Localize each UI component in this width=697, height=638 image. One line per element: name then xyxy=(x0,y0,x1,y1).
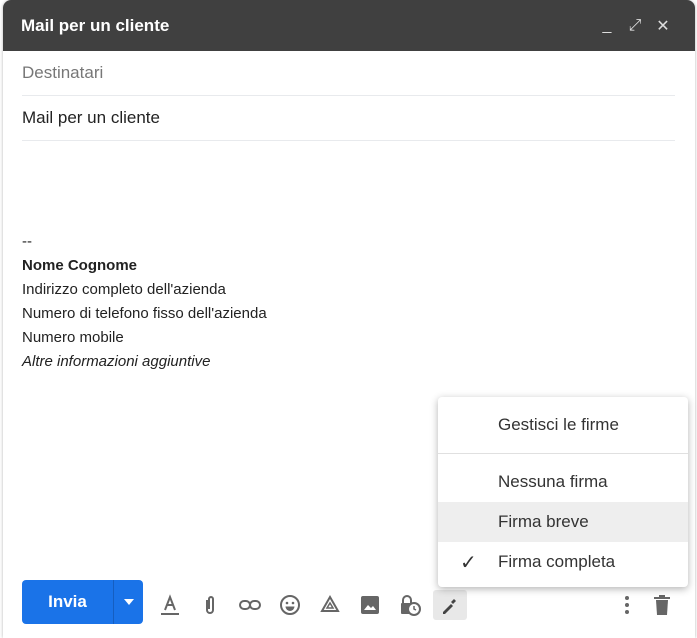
menu-item-no-signature[interactable]: Nessuna firma xyxy=(438,462,688,502)
expand-icon[interactable]: ⤢ xyxy=(621,17,649,35)
more-options-icon[interactable] xyxy=(610,590,644,620)
compose-title: Mail per un cliente xyxy=(21,15,170,35)
send-options-button[interactable] xyxy=(113,580,143,624)
emoji-icon[interactable] xyxy=(273,590,307,620)
confidential-mode-icon[interactable] xyxy=(393,590,427,620)
menu-divider xyxy=(438,453,688,454)
menu-item-short-signature[interactable]: Firma breve xyxy=(438,502,688,542)
close-icon[interactable]: ✕ xyxy=(649,16,677,36)
link-icon[interactable] xyxy=(233,590,267,620)
signature-icon[interactable] xyxy=(433,590,467,620)
send-button-group: Invia xyxy=(22,580,143,624)
menu-item-label: Firma breve xyxy=(498,512,589,531)
signature-body[interactable]: -- Nome Cognome Indirizzo completo dell'… xyxy=(22,230,267,374)
check-icon: ✓ xyxy=(460,551,477,574)
photo-icon[interactable] xyxy=(353,590,387,620)
menu-item-manage-signatures[interactable]: Gestisci le firme xyxy=(438,405,688,445)
minimize-icon[interactable]: _ xyxy=(593,17,621,35)
menu-item-full-signature[interactable]: ✓ Firma completa xyxy=(438,542,688,582)
attach-icon[interactable] xyxy=(193,590,227,620)
trash-icon[interactable] xyxy=(645,590,679,620)
signature-address: Indirizzo completo dell'azienda xyxy=(22,281,226,298)
formatting-icon[interactable] xyxy=(153,590,187,620)
signature-mobile: Numero mobile xyxy=(22,329,124,346)
signature-separator: -- xyxy=(22,233,32,250)
signature-menu: Gestisci le firme Nessuna firma Firma br… xyxy=(438,397,688,587)
menu-item-label: Firma completa xyxy=(498,552,616,571)
signature-name: Nome Cognome xyxy=(22,257,138,274)
drive-icon[interactable] xyxy=(313,590,347,620)
menu-item-label: Nessuna firma xyxy=(498,472,608,491)
send-button[interactable]: Invia xyxy=(22,580,113,624)
signature-phone: Numero di telefono fisso dell'azienda xyxy=(22,305,267,322)
compose-header: Mail per un cliente _ ⤢ ✕ xyxy=(3,0,695,51)
signature-extra: Altre informazioni aggiuntive xyxy=(22,353,211,370)
subject-field[interactable]: Mail per un cliente xyxy=(22,96,675,141)
recipients-field[interactable]: Destinatari xyxy=(22,51,675,96)
caret-down-icon xyxy=(123,599,134,605)
